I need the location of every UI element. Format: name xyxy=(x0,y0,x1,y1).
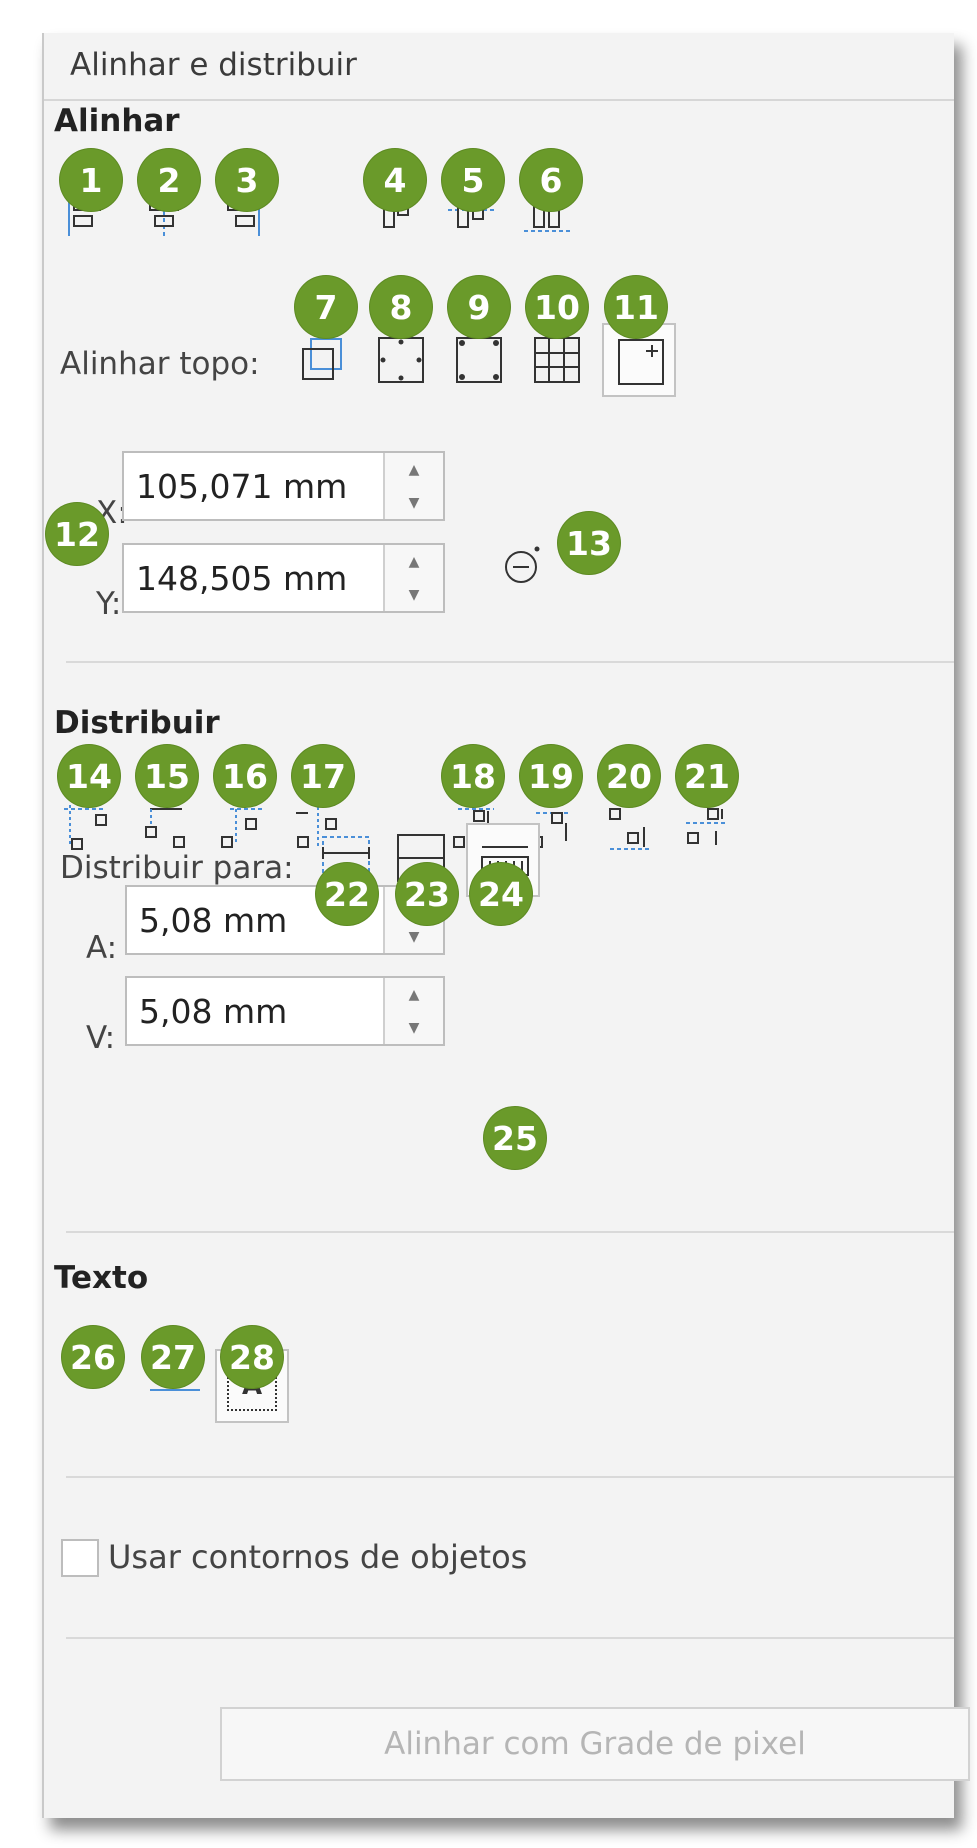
h-spin-down-icon[interactable]: ▼ xyxy=(385,920,443,953)
callout-badge-14: 14 xyxy=(58,745,120,807)
specified-point-icon xyxy=(614,335,668,389)
callout-badge-6: 6 xyxy=(520,149,582,211)
callout-badge-17: 17 xyxy=(292,745,354,807)
distribute-h-center-icon[interactable] xyxy=(140,803,190,853)
distribute-left-icon[interactable] xyxy=(62,803,112,853)
x-position-field[interactable]: 105,071 mm ▲ ▼ xyxy=(122,451,445,521)
page-center-icon[interactable] xyxy=(452,333,506,387)
callout-badge-20: 20 xyxy=(598,745,660,807)
callout-badge-9: 9 xyxy=(448,276,510,338)
distribute-right-icon[interactable] xyxy=(216,803,266,853)
distribute-bottom-icon[interactable] xyxy=(604,803,654,853)
distribute-spacing-v-icon[interactable] xyxy=(682,803,732,853)
callout-badge-10: 10 xyxy=(526,276,588,338)
v-spin-up-icon[interactable]: ▲ xyxy=(385,978,443,1011)
callout-badge-15: 15 xyxy=(136,745,198,807)
docker-title: Alinhar e distribuir xyxy=(70,47,357,83)
align-pixel-grid-button[interactable]: Alinhar com Grade de pixel xyxy=(220,1707,970,1781)
callout-badge-4: 4 xyxy=(364,149,426,211)
callout-badge-25: 25 xyxy=(484,1107,546,1169)
callout-badge-21: 21 xyxy=(676,745,738,807)
v-spinner[interactable]: ▲ ▼ xyxy=(383,978,443,1044)
callout-badge-27: 27 xyxy=(142,1326,204,1388)
x-spin-down-icon[interactable]: ▼ xyxy=(385,486,443,519)
y-spin-up-icon[interactable]: ▲ xyxy=(385,545,443,578)
callout-badge-24: 24 xyxy=(470,863,532,925)
callout-badge-28: 28 xyxy=(221,1326,283,1388)
callout-badge-16: 16 xyxy=(214,745,276,807)
v-spacing-label: V: xyxy=(86,1020,116,1056)
text-line-underline xyxy=(150,1389,200,1391)
distribute-heading: Distribuir xyxy=(54,705,220,741)
callout-badge-8: 8 xyxy=(370,276,432,338)
y-spin-down-icon[interactable]: ▼ xyxy=(385,578,443,611)
y-spinner[interactable]: ▲ ▼ xyxy=(383,545,443,611)
text-divider xyxy=(66,1476,954,1478)
v-spin-down-icon[interactable]: ▼ xyxy=(385,1011,443,1044)
callout-badge-11: 11 xyxy=(605,276,667,338)
pick-point-icon[interactable] xyxy=(499,539,549,589)
callout-badge-26: 26 xyxy=(62,1326,124,1388)
distribute-to-label: Distribuir para: xyxy=(60,850,294,886)
x-spinner[interactable]: ▲ ▼ xyxy=(383,453,443,519)
callout-badge-2: 2 xyxy=(138,149,200,211)
callout-badge-5: 5 xyxy=(442,149,504,211)
y-label: Y: xyxy=(96,586,122,622)
callout-badge-7: 7 xyxy=(295,276,357,338)
align-to-label: Alinhar topo: xyxy=(60,346,260,382)
callout-badge-23: 23 xyxy=(396,863,458,925)
callout-badge-13: 13 xyxy=(558,512,620,574)
title-divider xyxy=(44,99,954,101)
align-distribute-docker: Alinhar e distribuir Alinhar Alinhar top… xyxy=(42,33,970,1818)
callout-badge-3: 3 xyxy=(216,149,278,211)
grid-icon[interactable] xyxy=(530,333,584,387)
callout-badge-19: 19 xyxy=(520,745,582,807)
distribute-divider xyxy=(66,1231,954,1233)
page-edge-icon[interactable] xyxy=(374,333,428,387)
options-divider xyxy=(66,1637,954,1639)
h-spacing-label: A: xyxy=(86,930,118,966)
callout-badge-22: 22 xyxy=(316,863,378,925)
v-spacing-field[interactable]: 5,08 mm ▲ ▼ xyxy=(125,976,445,1046)
align-heading: Alinhar xyxy=(54,103,180,139)
align-divider xyxy=(66,661,954,663)
use-outlines-checkbox[interactable] xyxy=(61,1539,99,1577)
active-objects-icon[interactable] xyxy=(297,333,351,387)
callout-badge-1: 1 xyxy=(60,149,122,211)
use-outlines-label: Usar contornos de objetos xyxy=(108,1538,528,1576)
x-spin-up-icon[interactable]: ▲ xyxy=(385,453,443,486)
y-position-field[interactable]: 148,505 mm ▲ ▼ xyxy=(122,543,445,613)
callout-badge-12: 12 xyxy=(46,503,108,565)
callout-badge-18: 18 xyxy=(442,745,504,807)
text-heading: Texto xyxy=(54,1260,149,1296)
